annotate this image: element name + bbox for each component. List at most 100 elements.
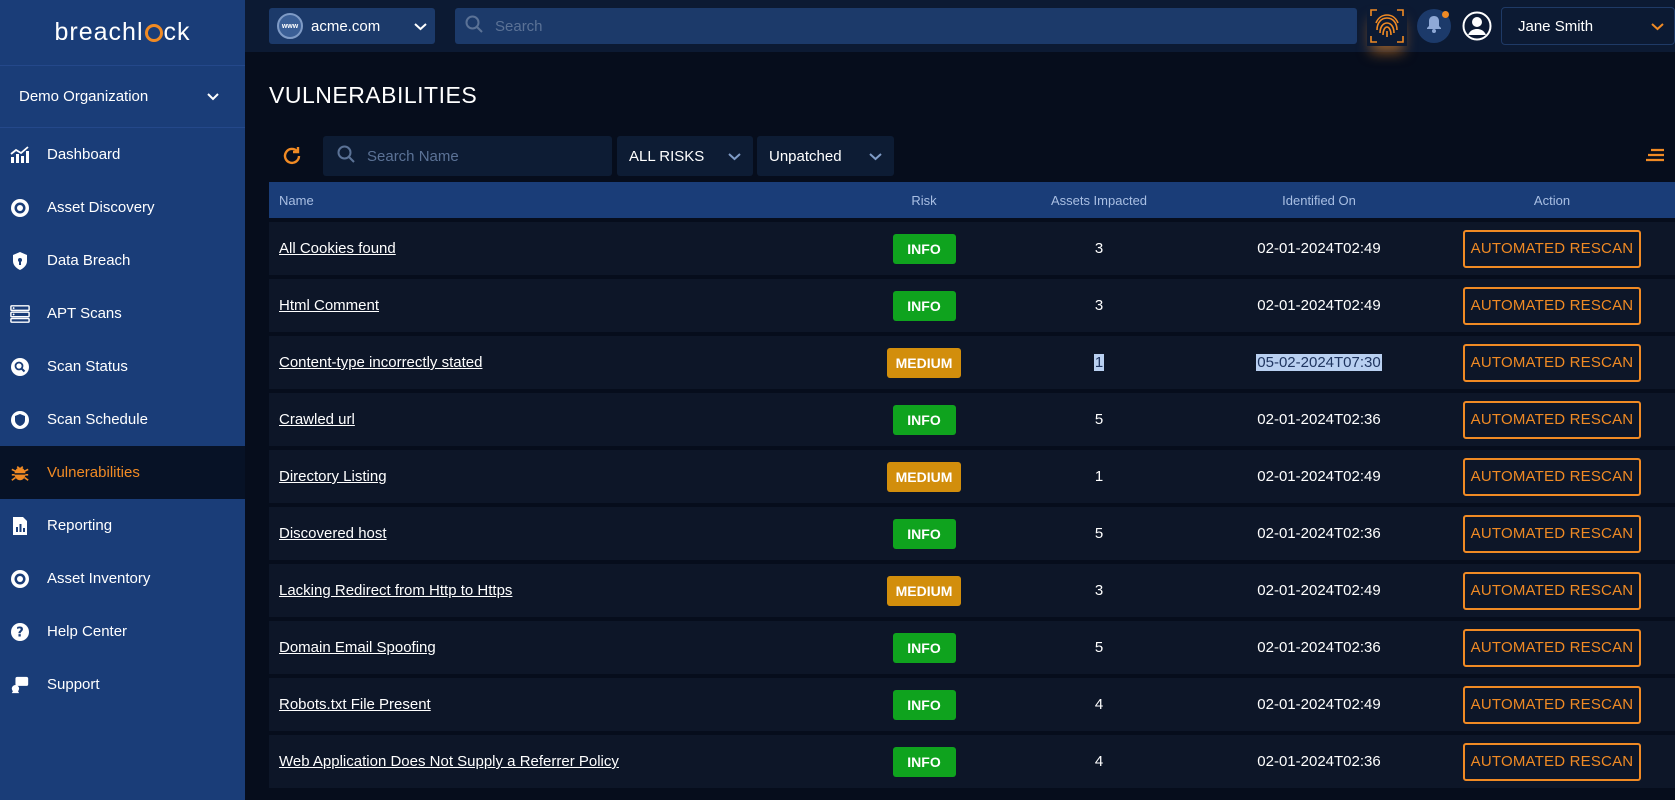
- header-assets-impacted[interactable]: Assets Impacted: [989, 193, 1209, 208]
- table-row: Lacking Redirect from Http to Https MEDI…: [269, 564, 1675, 617]
- chevron-down-icon: [728, 148, 741, 165]
- organization-selector[interactable]: Demo Organization: [0, 66, 245, 128]
- assets-impacted-count: 4: [1094, 753, 1104, 770]
- bug-icon: [10, 463, 30, 483]
- assets-impacted-count: 3: [1094, 582, 1104, 599]
- table-row: Html Comment INFO 3 02-01-2024T02:49 AUT…: [269, 279, 1675, 332]
- automated-rescan-button[interactable]: AUTOMATED RESCAN: [1463, 229, 1641, 268]
- global-search-input[interactable]: [495, 17, 1289, 35]
- risk-badge: MEDIUM: [887, 461, 961, 492]
- sidebar-item-asset-discovery[interactable]: Asset Discovery: [0, 181, 245, 234]
- identified-on-date: 02-01-2024T02:49: [1257, 696, 1381, 713]
- sidebar-item-label: APT Scans: [47, 305, 122, 322]
- automated-rescan-button[interactable]: AUTOMATED RESCAN: [1463, 628, 1641, 667]
- header-identified-on[interactable]: Identified On: [1209, 193, 1429, 208]
- assets-impacted-count: 1: [1093, 354, 1105, 371]
- risk-badge: MEDIUM: [887, 347, 961, 378]
- risk-badge: INFO: [892, 518, 956, 549]
- vulnerability-name-link[interactable]: Html Comment: [279, 297, 379, 314]
- header-name[interactable]: Name: [269, 193, 859, 208]
- assets-impacted-count: 5: [1094, 411, 1104, 428]
- automated-rescan-button[interactable]: AUTOMATED RESCAN: [1463, 400, 1641, 439]
- table-row: Directory Listing MEDIUM 1 02-01-2024T02…: [269, 450, 1675, 503]
- notifications-button[interactable]: [1417, 9, 1451, 43]
- svg-text:?: ?: [16, 625, 24, 640]
- sidebar-nav: Dashboard Asset Discovery Data Breach AP…: [0, 128, 245, 711]
- sidebar-item-reporting[interactable]: Reporting: [0, 499, 245, 552]
- automated-rescan-button[interactable]: AUTOMATED RESCAN: [1463, 571, 1641, 610]
- filter-toolbar: ALL RISKS Unpatched: [269, 136, 1675, 176]
- column-settings-icon[interactable]: [1645, 148, 1665, 164]
- risk-badge: INFO: [892, 404, 956, 435]
- sidebar-item-help-center[interactable]: ? Help Center: [0, 605, 245, 658]
- domain-selector[interactable]: www acme.com: [269, 8, 435, 44]
- automated-rescan-button[interactable]: AUTOMATED RESCAN: [1463, 343, 1641, 382]
- chevron-down-icon: [207, 88, 219, 105]
- identified-on-date: 02-01-2024T02:36: [1257, 639, 1381, 656]
- assets-impacted-count: 3: [1094, 297, 1104, 314]
- brand-logo[interactable]: breachl ck: [0, 0, 245, 66]
- help-icon: ?: [10, 622, 30, 642]
- risk-filter[interactable]: ALL RISKS: [617, 136, 753, 176]
- chevron-down-icon: [869, 148, 882, 165]
- support-icon: [10, 675, 30, 695]
- refresh-icon[interactable]: [281, 145, 303, 167]
- sidebar-item-support[interactable]: Support: [0, 658, 245, 711]
- sidebar-item-label: Vulnerabilities: [47, 464, 140, 481]
- table-row: Domain Email Spoofing INFO 5 02-01-2024T…: [269, 621, 1675, 674]
- fingerprint-icon[interactable]: [1367, 6, 1407, 46]
- risk-badge: INFO: [892, 290, 956, 321]
- table-row: Crawled url INFO 5 02-01-2024T02:36 AUTO…: [269, 393, 1675, 446]
- vulnerability-name-link[interactable]: Lacking Redirect from Http to Https: [279, 582, 512, 599]
- sidebar-item-vulnerabilities[interactable]: Vulnerabilities: [0, 446, 245, 499]
- risk-badge: INFO: [892, 689, 956, 720]
- www-globe-icon: www: [277, 13, 303, 39]
- search-icon: [337, 145, 355, 168]
- identified-on-date: 05-02-2024T07:30: [1256, 354, 1382, 371]
- organization-name: Demo Organization: [19, 88, 149, 105]
- name-search-input[interactable]: [367, 147, 598, 165]
- user-menu[interactable]: Jane Smith: [1501, 7, 1675, 45]
- header-risk[interactable]: Risk: [859, 193, 989, 208]
- search-icon: [465, 15, 483, 38]
- page-title: VULNERABILITIES: [269, 82, 478, 108]
- vulnerability-name-link[interactable]: Crawled url: [279, 411, 355, 428]
- automated-rescan-button[interactable]: AUTOMATED RESCAN: [1463, 514, 1641, 553]
- report-icon: [10, 516, 30, 536]
- vulnerability-name-link[interactable]: Directory Listing: [279, 468, 387, 485]
- sidebar-item-asset-inventory[interactable]: Asset Inventory: [0, 552, 245, 605]
- vulnerability-name-link[interactable]: Robots.txt File Present: [279, 696, 431, 713]
- header-action: Action: [1533, 192, 1571, 208]
- avatar[interactable]: [1461, 10, 1493, 42]
- automated-rescan-button[interactable]: AUTOMATED RESCAN: [1463, 457, 1641, 496]
- sidebar: breachl ck Demo Organization Dashboard As…: [0, 0, 245, 800]
- identified-on-date: 02-01-2024T02:49: [1257, 240, 1381, 257]
- automated-rescan-button[interactable]: AUTOMATED RESCAN: [1463, 685, 1641, 724]
- sidebar-item-label: Reporting: [47, 517, 113, 534]
- assets-impacted-count: 1: [1094, 468, 1104, 485]
- vulnerability-name-link[interactable]: Domain Email Spoofing: [279, 639, 436, 656]
- risk-badge: INFO: [892, 746, 956, 777]
- lock-icon: [144, 23, 163, 42]
- vulnerability-name-link[interactable]: Discovered host: [279, 525, 387, 542]
- status-filter[interactable]: Unpatched: [757, 136, 894, 176]
- logo-text-left: breachl: [54, 18, 144, 46]
- sidebar-item-label: Scan Schedule: [47, 411, 148, 428]
- sidebar-item-apt-scans[interactable]: APT Scans: [0, 287, 245, 340]
- sidebar-item-scan-status[interactable]: Scan Status: [0, 340, 245, 393]
- sidebar-item-dashboard[interactable]: Dashboard: [0, 128, 245, 181]
- assets-impacted-count: 3: [1094, 240, 1104, 257]
- automated-rescan-button[interactable]: AUTOMATED RESCAN: [1463, 742, 1641, 781]
- sidebar-item-data-breach[interactable]: Data Breach: [0, 234, 245, 287]
- automated-rescan-button[interactable]: AUTOMATED RESCAN: [1463, 286, 1641, 325]
- sidebar-item-scan-schedule[interactable]: Scan Schedule: [0, 393, 245, 446]
- vulnerability-name-link[interactable]: All Cookies found: [279, 240, 396, 257]
- table-body: All Cookies found INFO 3 02-01-2024T02:4…: [269, 222, 1675, 788]
- vulnerability-name-link[interactable]: Content-type incorrectly stated: [279, 354, 482, 371]
- assets-impacted-count: 5: [1094, 639, 1104, 656]
- identified-on-date: 02-01-2024T02:49: [1257, 582, 1381, 599]
- risk-badge: MEDIUM: [887, 575, 961, 606]
- logo-text-right: ck: [163, 18, 191, 46]
- risk-badge: INFO: [892, 233, 956, 264]
- vulnerability-name-link[interactable]: Web Application Does Not Supply a Referr…: [279, 753, 619, 770]
